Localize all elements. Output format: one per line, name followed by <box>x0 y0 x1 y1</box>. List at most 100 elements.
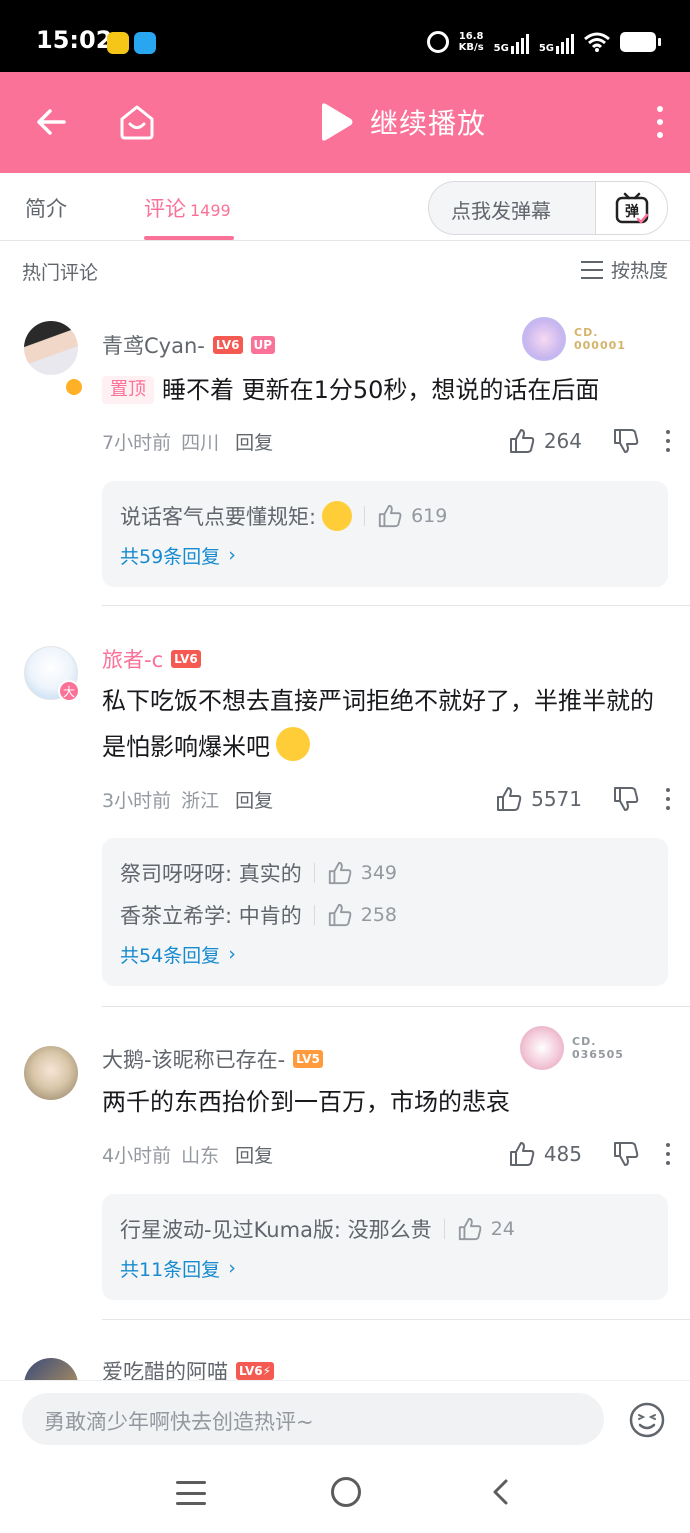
comment-sort-bar: 热门评论 按热度 <box>0 241 690 299</box>
reply-button[interactable]: 回复 <box>235 428 273 455</box>
comment-header: 青鸢Cyan- LV6 UP <box>102 330 276 360</box>
thumbs-up-icon <box>328 903 352 927</box>
level-badge: LV5 <box>293 1050 323 1068</box>
net-speed: 16.8 KB/s <box>458 31 484 53</box>
tab-bar: 简介 评论 1499 点我发弹幕 弹 <box>0 173 690 241</box>
comment-meta: 3小时前 浙江 回复 5571 <box>102 784 672 814</box>
avatar[interactable] <box>24 1046 78 1100</box>
play-icon <box>322 103 353 141</box>
reply-button[interactable]: 回复 <box>235 1141 273 1168</box>
thumbs-up-icon <box>328 861 352 885</box>
continue-play-button[interactable]: 继续播放 <box>318 102 486 142</box>
comment-time: 7小时前 <box>102 431 172 454</box>
comment-location: 四川 <box>181 431 220 454</box>
level-badge: LV6 <box>212 336 243 354</box>
thumbs-down-icon[interactable] <box>612 427 640 455</box>
comment-header: 大鹅-该昵称已存在- LV5 <box>102 1044 323 1074</box>
danmaku-toggle-button[interactable]: 弹 <box>595 182 667 234</box>
fan-medal-number: CD. 036505 <box>572 1035 624 1061</box>
reply-text: 香茶立希学: 中肯的 <box>120 904 302 928</box>
home-icon[interactable] <box>117 102 157 142</box>
comment-input-bar: 勇敢滴少年啊快去创造热评~ <box>0 1380 690 1455</box>
view-more-replies-link[interactable]: 共54条回复 › <box>120 936 650 972</box>
fan-medal-icon <box>520 1026 564 1070</box>
thumbs-up-icon <box>509 429 535 453</box>
laughing-emoji-icon <box>322 501 353 531</box>
reply-like[interactable]: 619 <box>377 503 447 529</box>
tab-comments[interactable]: 评论 1499 <box>144 193 231 223</box>
tab-intro[interactable]: 简介 <box>25 193 67 223</box>
up-badge: UP <box>250 336 276 354</box>
comment-more-icon[interactable] <box>666 788 672 810</box>
more-options-icon[interactable] <box>656 106 664 138</box>
username[interactable]: 大鹅-该昵称已存在- <box>102 1044 285 1074</box>
reply-preview-box[interactable]: 说话客气点要懂规矩: 619 共59条回复 › <box>102 481 668 587</box>
comment-time: 3小时前 <box>102 789 172 812</box>
chevron-right-icon: › <box>228 943 236 965</box>
crying-emoji-icon <box>276 727 310 761</box>
reply-like[interactable]: 349 <box>327 860 397 886</box>
danmaku-placeholder[interactable]: 点我发弹幕 <box>451 195 551 224</box>
like-button[interactable]: 264 <box>508 427 582 455</box>
comment-count: 1499 <box>190 201 231 220</box>
app-notification-icon-2 <box>134 32 156 54</box>
thumbs-up-icon <box>458 1217 482 1241</box>
view-more-replies-link[interactable]: 共59条回复 › <box>120 537 650 573</box>
like-button[interactable]: 485 <box>508 1140 582 1168</box>
reply-preview-item[interactable]: 行星波动-见过Kuma版: 没那么贵 24 <box>120 1208 650 1250</box>
chevron-right-icon: › <box>228 544 236 566</box>
comment-header: 爱吃醋的阿喵 LV6⚡ <box>102 1356 275 1380</box>
hot-comments-title: 热门评论 <box>22 262 99 284</box>
level-badge: LV6 <box>171 650 201 668</box>
reply-text: 说话客气点要懂规矩: <box>120 505 317 529</box>
avatar[interactable] <box>24 1358 78 1380</box>
fan-medal: CD. 000001 <box>522 317 626 361</box>
reply-preview-box[interactable]: 祭司呀呀呀: 真实的 349 香茶立希学: 中肯的 258 共54条回复 › <box>102 838 668 986</box>
divider <box>102 605 690 606</box>
danmaku-tv-icon: 弹 <box>615 192 648 224</box>
danmaku-input-box[interactable]: 点我发弹幕 弹 <box>428 181 668 235</box>
like-button[interactable]: 5571 <box>495 785 582 813</box>
verified-badge-icon <box>64 377 84 397</box>
username[interactable]: 爱吃醋的阿喵 <box>102 1356 228 1380</box>
username[interactable]: 旅者-c <box>102 644 163 674</box>
divider <box>102 1006 690 1007</box>
reply-like[interactable]: 24 <box>457 1216 515 1242</box>
reply-button[interactable]: 回复 <box>235 786 273 813</box>
comment-time: 4小时前 <box>102 1144 172 1167</box>
video-header: 继续播放 <box>0 72 690 173</box>
sort-by-hot-button[interactable]: 按热度 <box>580 256 668 283</box>
view-more-replies-link[interactable]: 共11条回复 › <box>120 1250 650 1286</box>
fan-medal-number: CD. 000001 <box>574 326 626 352</box>
like-count: 485 <box>543 1142 582 1166</box>
reply-like[interactable]: 258 <box>327 902 397 928</box>
comment-text: 置顶 睡不着 更新在1分50秒，想说的话在后面 <box>102 367 672 413</box>
signal-icon: 5G <box>494 30 529 54</box>
reply-preview-item[interactable]: 祭司呀呀呀: 真实的 349 <box>120 852 650 894</box>
comment-more-icon[interactable] <box>666 1143 672 1165</box>
username[interactable]: 青鸢Cyan- <box>102 330 205 360</box>
reply-preview-box[interactable]: 行星波动-见过Kuma版: 没那么贵 24 共11条回复 › <box>102 1194 668 1300</box>
recent-apps-icon[interactable] <box>176 1481 206 1505</box>
emoji-icon[interactable] <box>628 1401 666 1439</box>
back-arrow-icon[interactable] <box>34 104 70 140</box>
signal-icon-2: 5G <box>539 30 574 54</box>
avatar[interactable] <box>24 321 78 375</box>
chevron-right-icon: › <box>228 1257 236 1279</box>
system-nav-bar <box>0 1455 690 1533</box>
thumbs-up-icon <box>378 504 402 528</box>
reply-preview-item[interactable]: 香茶立希学: 中肯的 258 <box>120 894 650 936</box>
svg-text:弹: 弹 <box>625 203 639 220</box>
nav-back-icon[interactable] <box>486 1477 516 1507</box>
comment-text: 私下吃饭不想去直接严词拒绝不就好了，半推半就的是怕影响爆米吧 <box>102 687 654 761</box>
comment-more-icon[interactable] <box>666 430 672 452</box>
home-circle-icon[interactable] <box>331 1477 361 1507</box>
continue-play-label: 继续播放 <box>370 107 487 140</box>
comment-header: 旅者-c LV6 <box>102 644 201 674</box>
alarm-icon <box>426 31 449 53</box>
reply-preview-item[interactable]: 说话客气点要懂规矩: 619 <box>120 495 650 537</box>
comment-input[interactable]: 勇敢滴少年啊快去创造热评~ <box>22 1393 604 1445</box>
thumbs-down-icon[interactable] <box>612 785 640 813</box>
reply-text: 行星波动-见过Kuma版: 没那么贵 <box>120 1218 432 1242</box>
thumbs-down-icon[interactable] <box>612 1140 640 1168</box>
